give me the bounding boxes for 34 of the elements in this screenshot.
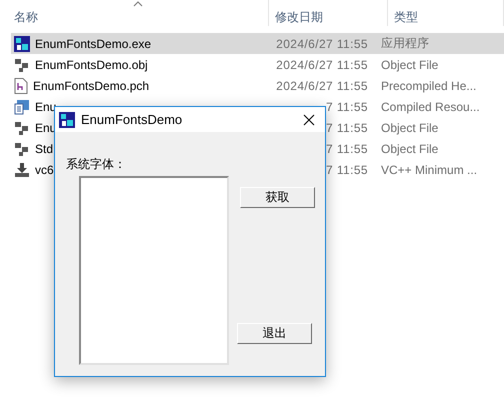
file-type: Precompiled He... [380,78,476,92]
monitor-document-icon [14,98,30,114]
selected-row-highlight[interactable]: EnumFontsDemo.exe 2024/6/27 11:55 应用程序 [11,33,504,54]
fetch-button[interactable]: 获取 [240,187,315,208]
modified-date: 7 11:55 [325,100,369,114]
font-list-box[interactable] [79,176,229,365]
sort-caret-icon [133,1,143,7]
file-name: vc6 [35,162,54,176]
exit-button[interactable]: 退出 [237,323,312,344]
app-icon [14,36,30,52]
column-header[interactable]: 修改日期 [269,0,388,26]
file-type: Object File [380,142,438,156]
file-type: Object File [380,120,438,134]
file-type: Compiled Resou... [380,100,480,114]
modified-date: 2024/6/27 11:55 [275,78,369,92]
document-icon [14,78,28,94]
file-type: VC++ Minimum ... [380,162,478,176]
file-name: EnumFontsDemo.pch [33,78,150,92]
app-icon [59,112,75,128]
file-type: Object File [380,58,438,72]
modified-date: 7 11:55 [325,142,369,156]
modified-date: 7 11:55 [325,162,369,176]
file-name: EnumFontsDemo.obj [35,58,148,72]
modified-date: 2024/6/27 11:55 [275,58,369,72]
file-name: EnumFontsDemo.exe [35,36,152,50]
window-title: EnumFontsDemo [81,112,184,127]
column-header[interactable]: 名称 [0,0,269,26]
field-label: 系统字体： [66,156,126,173]
modified-date: 7 11:55 [325,120,369,134]
file-name: Std [35,142,54,156]
modified-date: 2024/6/27 11:55 [275,36,369,50]
column-header[interactable]: 类型 [388,0,504,26]
file-type: 应用程序 [380,35,429,52]
install-icon [14,162,30,178]
